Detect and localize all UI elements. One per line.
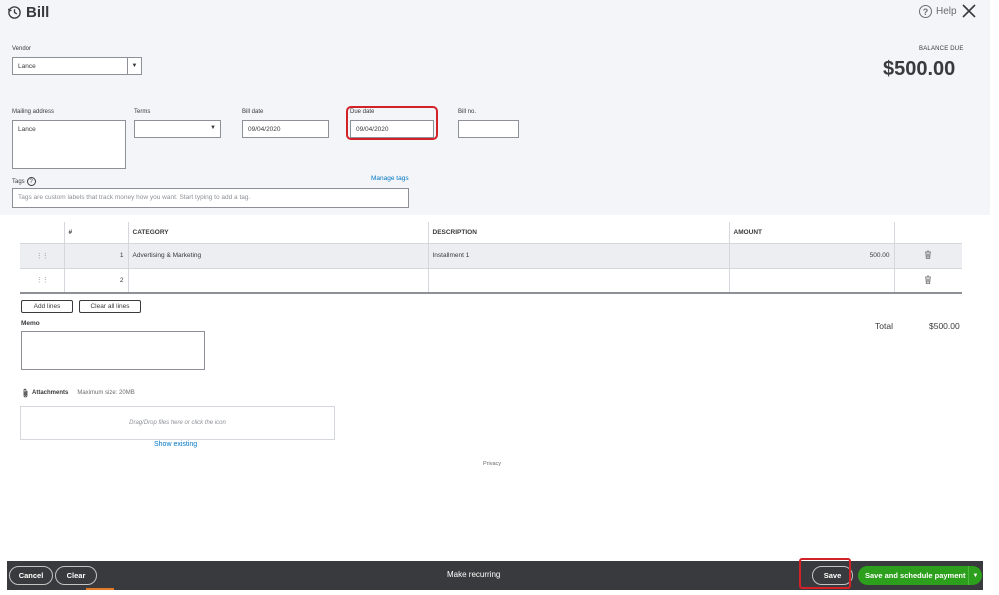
close-icon[interactable]	[961, 3, 977, 19]
total-value: $500.00	[929, 321, 960, 331]
bill-date-label: Bill date	[242, 109, 264, 115]
window-edge	[990, 0, 999, 595]
table-header-row: # CATEGORY DESCRIPTION AMOUNT	[20, 222, 962, 244]
memo-field[interactable]	[21, 331, 205, 370]
total-label: Total	[875, 321, 893, 331]
row-num: 1	[63, 243, 128, 269]
save-and-schedule-label: Save and schedule payment	[865, 571, 966, 580]
drag-handle-icon[interactable]: ⋮⋮	[20, 268, 64, 294]
category-details-table: # CATEGORY DESCRIPTION AMOUNT ⋮⋮ 1 Adver…	[20, 222, 962, 294]
header-delete	[893, 222, 962, 244]
vendor-select[interactable]: Lance ▼	[12, 57, 142, 75]
attachments-max-size: Maximum size: 20MB	[77, 390, 135, 396]
cancel-button[interactable]: Cancel	[9, 566, 53, 585]
chevron-down-icon[interactable]: ▼	[968, 566, 982, 585]
tags-help-icon[interactable]: ?	[26, 177, 36, 186]
help-icon: ?	[919, 5, 932, 18]
mailing-address-value: Lance	[18, 126, 36, 133]
trash-icon[interactable]	[893, 243, 962, 269]
chevron-down-icon[interactable]: ▼	[127, 58, 141, 74]
bill-no-field[interactable]	[458, 120, 519, 138]
mailing-address-label: Mailing address	[12, 109, 55, 115]
attachments-row: Attachments Maximum size: 20MB	[22, 388, 135, 398]
save-and-schedule-payment-button[interactable]: Save and schedule payment ▼	[858, 566, 982, 585]
make-recurring-link[interactable]: Make recurring	[447, 570, 500, 579]
bill-no-label: Bill no.	[458, 109, 477, 115]
page-title: Bill	[26, 4, 50, 21]
add-lines-button[interactable]: Add lines	[21, 300, 73, 313]
save-button-highlight	[799, 558, 851, 589]
header-drag	[20, 222, 64, 244]
attachments-dropzone[interactable]: Drag/Drop files here or click the icon	[20, 406, 335, 440]
terms-label: Terms	[134, 109, 151, 115]
row-description[interactable]	[427, 268, 729, 294]
bill-date-field[interactable]: 09/04/2020	[242, 120, 329, 138]
chevron-down-icon[interactable]: ▼	[210, 125, 216, 131]
clear-all-lines-button[interactable]: Clear all lines	[79, 300, 141, 313]
row-num: 2	[63, 268, 128, 294]
bill-header	[0, 0, 990, 215]
bill-date-value: 09/04/2020	[248, 126, 281, 133]
row-amount[interactable]	[728, 268, 894, 294]
tags-placeholder: Tags are custom labels that track money …	[18, 194, 251, 201]
table-row[interactable]: ⋮⋮ 2	[20, 268, 962, 294]
header-num: #	[63, 222, 128, 244]
manage-tags-link[interactable]: Manage tags	[371, 175, 409, 182]
clear-button[interactable]: Clear	[55, 566, 97, 585]
table-row[interactable]: ⋮⋮ 1 Advertising & Marketing Installment…	[20, 243, 962, 269]
row-description[interactable]: Installment 1	[427, 243, 729, 269]
terms-select[interactable]: ▼	[134, 120, 221, 138]
row-category[interactable]	[127, 268, 428, 294]
tags-label-row: Tags ?	[12, 177, 36, 186]
help-label: Help	[936, 6, 957, 17]
balance-due-amount: $500.00	[883, 58, 956, 80]
privacy-link[interactable]: Privacy	[483, 461, 501, 467]
bill-history-icon[interactable]	[7, 5, 22, 20]
footer-accent-line	[86, 588, 114, 590]
header-amount: AMOUNT	[728, 222, 894, 244]
row-category[interactable]: Advertising & Marketing	[127, 243, 428, 269]
dropzone-text: Drag/Drop files here or click the icon	[129, 420, 226, 426]
paperclip-icon[interactable]	[22, 388, 29, 398]
tags-input[interactable]: Tags are custom labels that track money …	[12, 188, 409, 208]
vendor-label: Vendor	[12, 46, 32, 52]
header-description: DESCRIPTION	[427, 222, 729, 244]
help-button[interactable]: ? Help	[919, 5, 957, 18]
vendor-value: Lance	[18, 63, 36, 70]
attachments-label: Attachments	[32, 390, 69, 396]
tags-label: Tags	[12, 178, 25, 185]
memo-label: Memo	[21, 320, 40, 327]
mailing-address-field[interactable]: Lance	[12, 120, 126, 169]
header-category: CATEGORY	[127, 222, 428, 244]
drag-handle-icon[interactable]: ⋮⋮	[20, 243, 64, 269]
trash-icon[interactable]	[893, 268, 962, 294]
balance-due-label: BALANCE DUE	[919, 46, 964, 52]
row-amount[interactable]: 500.00	[728, 243, 894, 269]
show-existing-link[interactable]: Show existing	[154, 441, 197, 448]
due-date-highlight	[346, 106, 438, 140]
